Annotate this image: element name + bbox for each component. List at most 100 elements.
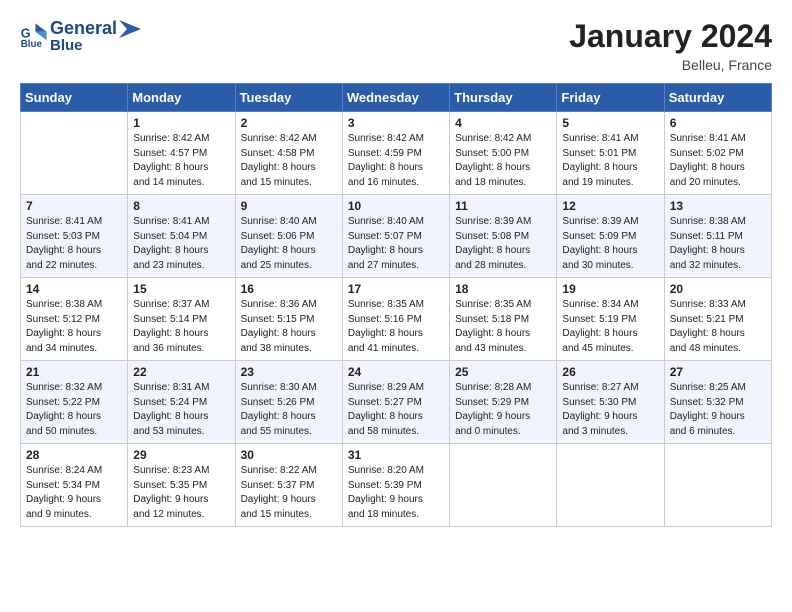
day-number: 8 — [133, 199, 229, 213]
logo-icon: G Blue — [20, 22, 48, 50]
col-header-tuesday: Tuesday — [235, 84, 342, 112]
day-number: 11 — [455, 199, 551, 213]
day-info: Sunrise: 8:30 AMSunset: 5:26 PMDaylight:… — [241, 381, 337, 439]
calendar-cell: 23Sunrise: 8:30 AMSunset: 5:26 PMDayligh… — [235, 361, 342, 444]
day-info: Sunrise: 8:38 AMSunset: 5:12 PMDaylight:… — [26, 298, 122, 356]
day-info: Sunrise: 8:22 AMSunset: 5:37 PMDaylight:… — [241, 464, 337, 522]
day-number: 13 — [670, 199, 766, 213]
day-number: 6 — [670, 116, 766, 130]
day-number: 3 — [348, 116, 444, 130]
day-number: 30 — [241, 448, 337, 462]
svg-text:G: G — [21, 26, 31, 40]
calendar-cell: 10 Sunrise: 8:40 AMSunset: 5:07 PMDayligh… — [342, 195, 449, 278]
day-info: Sunrise: 8:32 AMSunset: 5:22 PMDaylight:… — [26, 381, 122, 439]
calendar-cell — [557, 444, 664, 527]
day-number: 21 — [26, 365, 122, 379]
day-info: Sunrise: 8:35 AMSunset: 5:16 PMDaylight:… — [348, 298, 444, 356]
day-info: Sunrise: 8:33 AMSunset: 5:21 PMDaylight:… — [670, 298, 766, 356]
calendar-week-row: 21 Sunrise: 8:32 AMSunset: 5:22 PMDayligh… — [21, 361, 772, 444]
day-number: 5 — [562, 116, 658, 130]
calendar-cell: 30 Sunrise: 8:22 AMSunset: 5:37 PMDayligh… — [235, 444, 342, 527]
day-info: Sunrise: 8:40 AMSunset: 5:07 PMDaylight:… — [348, 215, 444, 273]
calendar-cell: 29 Sunrise: 8:23 AMSunset: 5:35 PMDayligh… — [128, 444, 235, 527]
day-info: Sunrise: 8:42 AMSunset: 4:58 PMDaylight:… — [241, 132, 337, 190]
col-header-monday: Monday — [128, 84, 235, 112]
header: G Blue General Blue January 2024 Belleu,… — [20, 18, 772, 73]
calendar-cell: 11 Sunrise: 8:39 AMSunset: 5:08 PMDayligh… — [450, 195, 557, 278]
calendar-cell: 28Sunrise: 8:24 AMSunset: 5:34 PMDayligh… — [21, 444, 128, 527]
calendar-cell: 15Sunrise: 8:37 AMSunset: 5:14 PMDayligh… — [128, 278, 235, 361]
day-number: 19 — [562, 282, 658, 296]
day-number: 2 — [241, 116, 337, 130]
calendar-cell: 20 Sunrise: 8:33 AMSunset: 5:21 PMDayligh… — [664, 278, 771, 361]
calendar-cell: 12 Sunrise: 8:39 AMSunset: 5:09 PMDayligh… — [557, 195, 664, 278]
calendar-header-row: SundayMondayTuesdayWednesdayThursdayFrid… — [21, 84, 772, 112]
day-info: Sunrise: 8:20 AMSunset: 5:39 PMDaylight:… — [348, 464, 444, 522]
day-info: Sunrise: 8:38 AMSunset: 5:11 PMDaylight:… — [670, 215, 766, 273]
day-number: 4 — [455, 116, 551, 130]
day-info: Sunrise: 8:39 AMSunset: 5:08 PMDaylight:… — [455, 215, 551, 273]
day-info: Sunrise: 8:42 AMSunset: 4:57 PMDaylight:… — [133, 132, 229, 190]
calendar-cell: 13 Sunrise: 8:38 AMSunset: 5:11 PMDayligh… — [664, 195, 771, 278]
title-block: January 2024 Belleu, France — [569, 18, 772, 73]
calendar-cell — [450, 444, 557, 527]
calendar-cell: 17 Sunrise: 8:35 AMSunset: 5:16 PMDayligh… — [342, 278, 449, 361]
svg-text:Blue: Blue — [21, 39, 43, 50]
day-number: 31 — [348, 448, 444, 462]
location: Belleu, France — [569, 57, 772, 73]
col-header-wednesday: Wednesday — [342, 84, 449, 112]
calendar-cell: 22 Sunrise: 8:31 AMSunset: 5:24 PMDayligh… — [128, 361, 235, 444]
day-number: 15 — [133, 282, 229, 296]
calendar-cell: 19 Sunrise: 8:34 AMSunset: 5:19 PMDayligh… — [557, 278, 664, 361]
day-info: Sunrise: 8:42 AMSunset: 4:59 PMDaylight:… — [348, 132, 444, 190]
logo-general: General — [50, 18, 117, 39]
calendar-cell — [21, 112, 128, 195]
calendar-cell: 14Sunrise: 8:38 AMSunset: 5:12 PMDayligh… — [21, 278, 128, 361]
day-number: 27 — [670, 365, 766, 379]
calendar-cell: 5 Sunrise: 8:41 AMSunset: 5:01 PMDaylight… — [557, 112, 664, 195]
calendar-cell: 31 Sunrise: 8:20 AMSunset: 5:39 PMDayligh… — [342, 444, 449, 527]
day-number: 28 — [26, 448, 122, 462]
day-number: 16 — [241, 282, 337, 296]
calendar-cell: 21 Sunrise: 8:32 AMSunset: 5:22 PMDayligh… — [21, 361, 128, 444]
calendar-cell: 8Sunrise: 8:41 AMSunset: 5:04 PMDaylight… — [128, 195, 235, 278]
day-info: Sunrise: 8:29 AMSunset: 5:27 PMDaylight:… — [348, 381, 444, 439]
day-info: Sunrise: 8:31 AMSunset: 5:24 PMDaylight:… — [133, 381, 229, 439]
day-info: Sunrise: 8:39 AMSunset: 5:09 PMDaylight:… — [562, 215, 658, 273]
day-number: 7 — [26, 199, 122, 213]
day-number: 10 — [348, 199, 444, 213]
day-info: Sunrise: 8:42 AMSunset: 5:00 PMDaylight:… — [455, 132, 551, 190]
day-number: 25 — [455, 365, 551, 379]
day-info: Sunrise: 8:41 AMSunset: 5:01 PMDaylight:… — [562, 132, 658, 190]
calendar-cell: 25 Sunrise: 8:28 AMSunset: 5:29 PMDayligh… — [450, 361, 557, 444]
calendar-week-row: 1Sunrise: 8:42 AMSunset: 4:57 PMDaylight… — [21, 112, 772, 195]
calendar-cell: 27 Sunrise: 8:25 AMSunset: 5:32 PMDayligh… — [664, 361, 771, 444]
calendar-cell: 16Sunrise: 8:36 AMSunset: 5:15 PMDayligh… — [235, 278, 342, 361]
day-info: Sunrise: 8:34 AMSunset: 5:19 PMDaylight:… — [562, 298, 658, 356]
calendar-cell: 9Sunrise: 8:40 AMSunset: 5:06 PMDaylight… — [235, 195, 342, 278]
calendar-week-row: 28Sunrise: 8:24 AMSunset: 5:34 PMDayligh… — [21, 444, 772, 527]
logo: G Blue General Blue — [20, 18, 141, 54]
day-number: 26 — [562, 365, 658, 379]
day-info: Sunrise: 8:25 AMSunset: 5:32 PMDaylight:… — [670, 381, 766, 439]
logo-blue: Blue — [50, 37, 141, 54]
day-info: Sunrise: 8:28 AMSunset: 5:29 PMDaylight:… — [455, 381, 551, 439]
day-number: 9 — [241, 199, 337, 213]
day-number: 18 — [455, 282, 551, 296]
day-number: 22 — [133, 365, 229, 379]
day-number: 17 — [348, 282, 444, 296]
day-info: Sunrise: 8:41 AMSunset: 5:02 PMDaylight:… — [670, 132, 766, 190]
calendar-cell: 4 Sunrise: 8:42 AMSunset: 5:00 PMDaylight… — [450, 112, 557, 195]
page: G Blue General Blue January 2024 Belleu,… — [0, 0, 792, 612]
calendar-cell: 24 Sunrise: 8:29 AMSunset: 5:27 PMDayligh… — [342, 361, 449, 444]
day-number: 24 — [348, 365, 444, 379]
calendar-cell: 3 Sunrise: 8:42 AMSunset: 4:59 PMDaylight… — [342, 112, 449, 195]
day-number: 20 — [670, 282, 766, 296]
day-info: Sunrise: 8:23 AMSunset: 5:35 PMDaylight:… — [133, 464, 229, 522]
day-number: 29 — [133, 448, 229, 462]
day-info: Sunrise: 8:41 AMSunset: 5:03 PMDaylight:… — [26, 215, 122, 273]
calendar-week-row: 7 Sunrise: 8:41 AMSunset: 5:03 PMDaylight… — [21, 195, 772, 278]
calendar-cell: 26Sunrise: 8:27 AMSunset: 5:30 PMDayligh… — [557, 361, 664, 444]
logo-arrow-icon — [119, 20, 141, 38]
day-number: 12 — [562, 199, 658, 213]
